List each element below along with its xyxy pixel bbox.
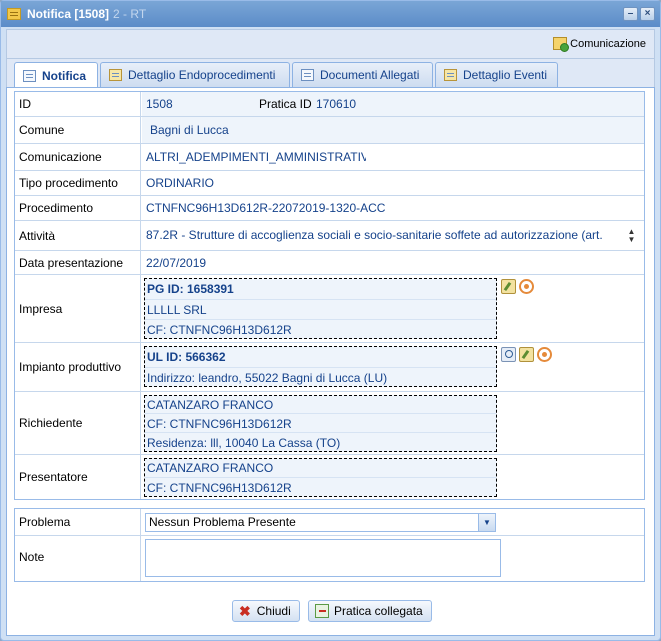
chiudi-button-label: Chiudi	[256, 604, 291, 618]
tipo-procedimento-value: ORDINARIO	[142, 171, 644, 195]
procedimento-label: Procedimento	[15, 196, 141, 220]
pratica-collegata-button-label: Pratica collegata	[334, 604, 423, 618]
comunicazione-value-text: ALTRI_ADEMPIMENTI_AMMINISTRATIV	[146, 150, 366, 164]
note-label: Note	[15, 536, 141, 581]
richiedente-cf: CF: CTNFNC96H13D612R	[145, 413, 496, 433]
row-comunicazione: Comunicazione ALTRI_ADEMPIMENTI_AMMINIST…	[15, 144, 644, 171]
problema-selected-value: Nessun Problema Presente	[149, 515, 296, 529]
id-value: 1508	[146, 97, 173, 111]
tab-documenti-allegati[interactable]: Documenti Allegati	[292, 62, 433, 87]
impianto-view-icon[interactable]	[501, 347, 516, 362]
problema-note-form: Problema Nessun Problema Presente ▼ Note	[14, 508, 645, 582]
row-comune: Comune Bagni di Lucca	[15, 117, 644, 144]
pratica-value: 170610	[316, 97, 357, 111]
comune-label: Comune	[15, 117, 141, 143]
tab-notifica-label: Notifica	[42, 68, 87, 83]
chevron-down-icon[interactable]: ▼	[478, 514, 495, 531]
form-icon	[23, 69, 36, 82]
edit-icon	[444, 69, 457, 81]
impresa-cf: CF: CTNFNC96H13D612R	[145, 319, 496, 339]
comunicazione-button-label: Comunicazione	[570, 37, 646, 50]
window-titlebar[interactable]: Notifica [1508] 2 - RT – ×	[1, 1, 660, 27]
comunicazione-icon	[553, 37, 570, 52]
comune-value: Bagni di Lucca	[142, 117, 644, 143]
attivita-value: 87.2R - Strutture di accoglienza sociali…	[146, 228, 603, 242]
window-app-icon	[7, 8, 21, 20]
attivita-value-cell: 87.2R - Strutture di accoglienza sociali…	[142, 221, 644, 250]
richiedente-residenza: Residenza: lll, 10040 La Cassa (TO)	[145, 432, 496, 452]
tab-dettaglio-eventi-label: Dettaglio Eventi	[463, 68, 548, 82]
impresa-name: LLLLL SRL	[145, 299, 496, 319]
presentatore-label: Presentatore	[15, 455, 141, 499]
row-problema: Problema Nessun Problema Presente ▼	[15, 509, 644, 536]
presentatore-name: CATANZARO FRANCO	[147, 461, 274, 475]
row-data-presentazione: Data presentazione 22/07/2019	[15, 251, 644, 275]
notifica-form: ID 1508 Pratica ID 170610 Comune Bagni d…	[14, 91, 645, 500]
close-icon: ✖	[239, 602, 251, 619]
row-procedimento: Procedimento CTNFNC96H13D612R-22072019-1…	[15, 196, 644, 221]
tab-strip: Notifica Dettaglio Endoprocedimenti Docu…	[6, 59, 655, 88]
row-impresa: Impresa PG ID: 1658391 LLLLL SRL CF: CTN…	[15, 275, 644, 343]
tab-documenti-allegati-label: Documenti Allegati	[320, 68, 420, 82]
chiudi-button[interactable]: ✖ Chiudi	[232, 600, 300, 622]
top-toolbar: Comunicazione	[6, 29, 655, 59]
row-presentatore: Presentatore CATANZARO FRANCO CF: CTNFNC…	[15, 455, 644, 499]
problema-select[interactable]: Nessun Problema Presente ▼	[145, 513, 496, 532]
presentatore-box: CATANZARO FRANCO CF: CTNFNC96H13D612R	[144, 458, 497, 497]
impianto-box: UL ID: 566362 Indirizzo: leandro, 55022 …	[144, 346, 497, 387]
tipo-procedimento-label: Tipo procedimento	[15, 171, 141, 195]
attivita-scroll-arrows[interactable]: ▲ ▼	[627, 228, 636, 244]
row-attivita: Attività 87.2R - Strutture di accoglienz…	[15, 221, 644, 251]
notifica-window: Notifica [1508] 2 - RT – × Comunicazione…	[0, 0, 661, 641]
data-presentazione-value: 22/07/2019	[142, 251, 644, 274]
richiedente-label: Richiedente	[15, 392, 141, 454]
impianto-edit-icon[interactable]	[519, 347, 534, 362]
problema-label: Problema	[15, 509, 141, 535]
richiedente-box: CATANZARO FRANCO CF: CTNFNC96H13D612R Re…	[144, 395, 497, 452]
tab-dettaglio-eventi[interactable]: Dettaglio Eventi	[435, 62, 558, 87]
note-textarea[interactable]	[145, 539, 501, 577]
comunicazione-label: Comunicazione	[15, 144, 141, 170]
comunicazione-button[interactable]: Comunicazione	[553, 37, 646, 52]
row-impianto-produttivo: Impianto produttivo UL ID: 566362 Indiri…	[15, 343, 644, 392]
data-presentazione-label: Data presentazione	[15, 251, 141, 274]
procedimento-value: CTNFNC96H13D612R-22072019-1320-ACC	[142, 196, 644, 220]
id-value-cell: 1508 Pratica ID 170610	[142, 92, 644, 116]
document-icon	[301, 69, 314, 81]
minimize-button[interactable]: –	[623, 7, 638, 21]
richiedente-name: CATANZARO FRANCO	[147, 398, 274, 412]
tab-notifica[interactable]: Notifica	[14, 62, 98, 88]
tab-content-notifica: ID 1508 Pratica ID 170610 Comune Bagni d…	[6, 87, 655, 636]
comunicazione-value: ALTRI_ADEMPIMENTI_AMMINISTRATIV	[142, 144, 644, 170]
row-id: ID 1508 Pratica ID 170610	[15, 92, 644, 117]
close-window-button[interactable]: ×	[640, 7, 655, 21]
impresa-pg-id: PG ID: 1658391	[147, 282, 234, 296]
row-tipo-procedimento: Tipo procedimento ORDINARIO	[15, 171, 644, 196]
impresa-box: PG ID: 1658391 LLLLL SRL CF: CTNFNC96H13…	[144, 278, 497, 339]
window-title: Notifica [1508]	[27, 7, 110, 21]
impresa-feed-icon[interactable]	[519, 279, 534, 294]
impianto-indirizzo: Indirizzo: leandro, 55022 Bagni di Lucca…	[145, 367, 496, 387]
link-icon	[315, 604, 329, 618]
id-label: ID	[15, 92, 141, 116]
row-richiedente: Richiedente CATANZARO FRANCO CF: CTNFNC9…	[15, 392, 644, 455]
attivita-label: Attività	[15, 221, 141, 250]
pratica-label: Pratica ID	[259, 97, 312, 111]
tab-dettaglio-endoprocedimenti-label: Dettaglio Endoprocedimenti	[128, 68, 276, 82]
window-title-ghost: 2 - RT	[113, 7, 147, 21]
presentatore-cf: CF: CTNFNC96H13D612R	[145, 477, 496, 497]
impresa-label: Impresa	[15, 275, 141, 342]
impianto-label: Impianto produttivo	[15, 343, 141, 391]
impianto-feed-icon[interactable]	[537, 347, 552, 362]
impianto-ul-id: UL ID: 566362	[147, 350, 226, 364]
edit-icon	[109, 69, 122, 81]
pratica-collegata-button[interactable]: Pratica collegata	[308, 600, 432, 622]
tab-dettaglio-endoprocedimenti[interactable]: Dettaglio Endoprocedimenti	[100, 62, 290, 87]
impresa-edit-icon[interactable]	[501, 279, 516, 294]
